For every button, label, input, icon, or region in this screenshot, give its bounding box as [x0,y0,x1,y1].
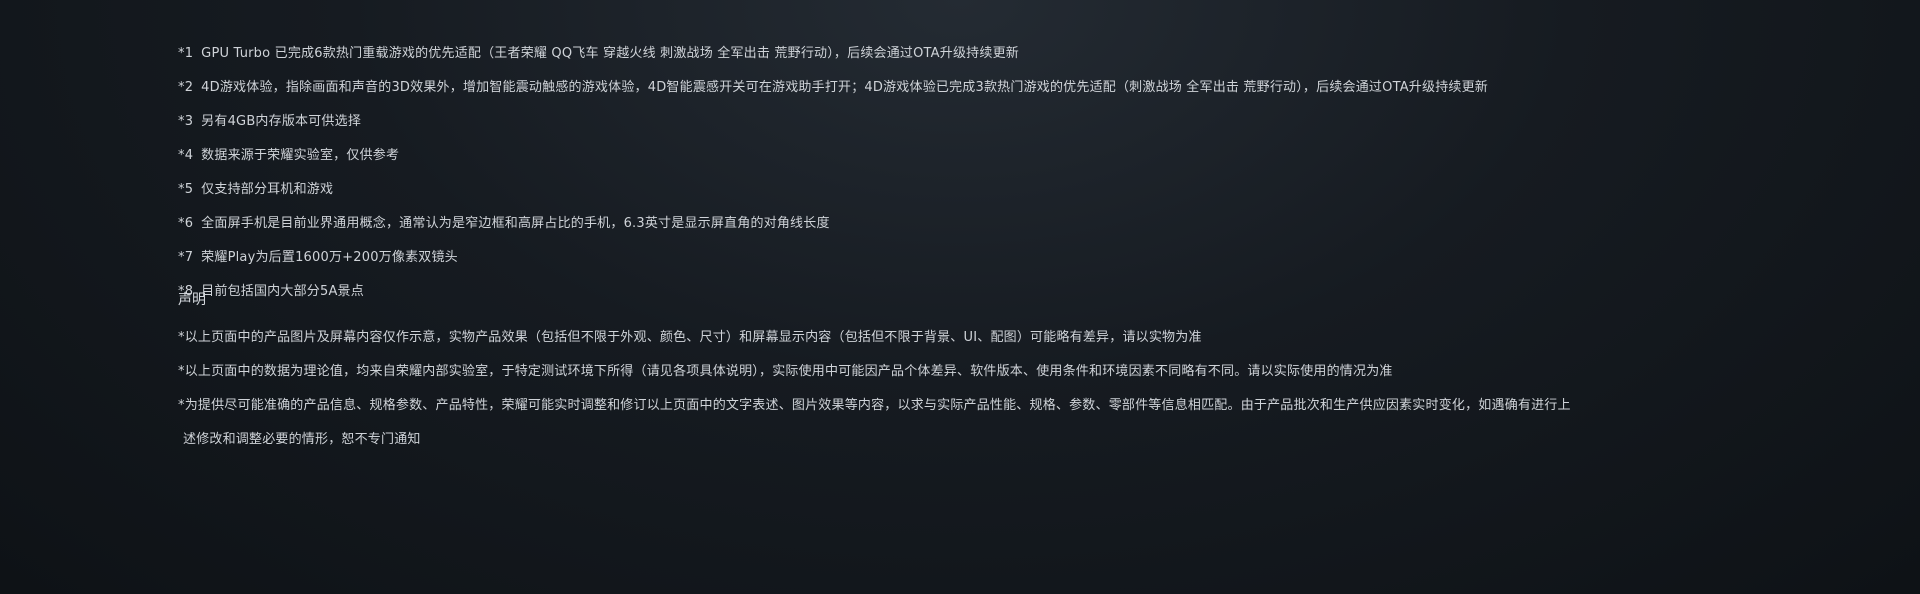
footnote-text: GPU Turbo 已完成6款热门重载游戏的优先适配（王者荣耀 QQ飞车 穿越火… [201,46,1019,61]
footnote-text: 全面屏手机是目前业界通用概念，通常认为是窄边框和高屏占比的手机，6.3英寸是显示… [201,216,830,231]
footnote-marker: *6 [178,216,194,231]
declaration-line-1: *以上页面中的产品图片及屏幕内容仅作示意，实物产品效果（包括但不限于外观、颜色、… [178,330,1202,345]
footnote-1: *1 GPU Turbo 已完成6款热门重载游戏的优先适配（王者荣耀 QQ飞车 穿… [178,44,1488,78]
footnote-4: *4 数据来源于荣耀实验室，仅供参考 [178,146,1488,180]
footnote-marker: *7 [178,250,194,265]
declaration-line-2: *以上页面中的数据为理论值，均来自荣耀内部实验室，于特定测试环境下所得（请见各项… [178,364,1393,379]
footnote-marker: *2 [178,80,194,95]
declaration-line-4: 述修改和调整必要的情形，恕不专门通知 [183,432,421,447]
footnote-text: 另有4GB内存版本可供选择 [201,114,362,129]
declaration-section: 声明 *以上页面中的产品图片及屏幕内容仅作示意，实物产品效果（包括但不限于外观、… [178,290,1571,464]
spec-notes-page: *1 GPU Turbo 已完成6款热门重载游戏的优先适配（王者荣耀 QQ飞车 穿… [0,0,1920,594]
footnote-marker: *3 [178,114,194,129]
footnote-marker: *4 [178,148,194,163]
footnote-marker: *5 [178,182,194,197]
footnote-6: *6 全面屏手机是目前业界通用概念，通常认为是窄边框和高屏占比的手机，6.3英寸是… [178,214,1488,248]
footnote-text: 荣耀Play为后置1600万+200万像素双镜头 [201,250,458,265]
footnote-list: *1 GPU Turbo 已完成6款热门重载游戏的优先适配（王者荣耀 QQ飞车 穿… [178,44,1488,316]
footnote-text: 仅支持部分耳机和游戏 [201,182,334,197]
footnote-text: 4D游戏体验，指除画面和声音的3D效果外，增加智能震动触感的游戏体验，4D智能震… [201,80,1488,95]
declaration-title: 声明 [178,292,206,308]
footnote-marker: *1 [178,46,194,61]
footnote-text: 数据来源于荣耀实验室，仅供参考 [201,148,400,163]
declaration-line-3: *为提供尽可能准确的产品信息、规格参数、产品特性，荣耀可能实时调整和修订以上页面… [178,398,1571,413]
footnote-2: *2 4D游戏体验，指除画面和声音的3D效果外，增加智能震动触感的游戏体验，4D智… [178,78,1488,112]
footnote-3: *3 另有4GB内存版本可供选择 [178,112,1488,146]
footnote-5: *5 仅支持部分耳机和游戏 [178,180,1488,214]
footnote-7: *7 荣耀Play为后置1600万+200万像素双镜头 [178,248,1488,282]
